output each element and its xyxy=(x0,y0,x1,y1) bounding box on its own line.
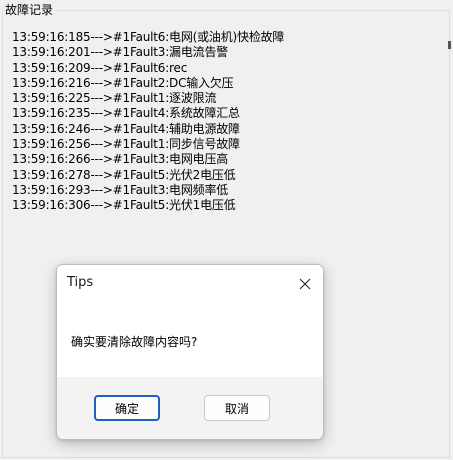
log-line: 13:59:16:235--->#1Fault4:系统故障汇总 xyxy=(12,106,240,121)
dialog-footer: 确定 取消 xyxy=(57,377,323,439)
cancel-button[interactable]: 取消 xyxy=(204,395,270,421)
log-line: 13:59:16:185--->#1Fault6:电网(或油机)快检故障 xyxy=(12,30,285,44)
scrollbar-marker[interactable] xyxy=(448,41,451,49)
close-icon xyxy=(299,278,311,290)
log-line: 13:59:16:216--->#1Fault2:DC输入欠压 xyxy=(12,75,234,90)
log-line: 13:59:16:278--->#1Fault5:光伏2电压低 xyxy=(12,167,236,182)
log-line: 13:59:16:306--->#1Fault5:光伏1电压低 xyxy=(12,198,236,213)
dialog-title: Tips xyxy=(67,275,94,290)
tips-dialog: Tips 确实要清除故障内容吗? 确定 取消 xyxy=(56,264,324,440)
log-line: 13:59:16:201--->#1Fault3:漏电流告警 xyxy=(12,45,229,60)
log-line: 13:59:16:209--->#1Fault6:rec xyxy=(12,60,188,75)
dialog-titlebar[interactable]: Tips xyxy=(57,265,323,303)
log-line: 13:59:16:256--->#1Fault1:同步信号故障 xyxy=(12,137,240,152)
dialog-content: 确实要清除故障内容吗? xyxy=(57,303,323,377)
log-line: 13:59:16:246--->#1Fault4:辅助电源故障 xyxy=(12,121,240,136)
log-line: 13:59:16:225--->#1Fault1:逐波限流 xyxy=(12,91,217,106)
log-line: 13:59:16:266--->#1Fault3:电网电压高 xyxy=(12,152,229,167)
ok-button[interactable]: 确定 xyxy=(94,395,160,421)
dialog-close-button[interactable] xyxy=(295,274,315,294)
groupbox-title: 故障记录 xyxy=(4,2,57,18)
dialog-message: 确实要清除故障内容吗? xyxy=(71,335,198,349)
log-line: 13:59:16:293--->#1Fault3:电网频率低 xyxy=(12,182,229,197)
